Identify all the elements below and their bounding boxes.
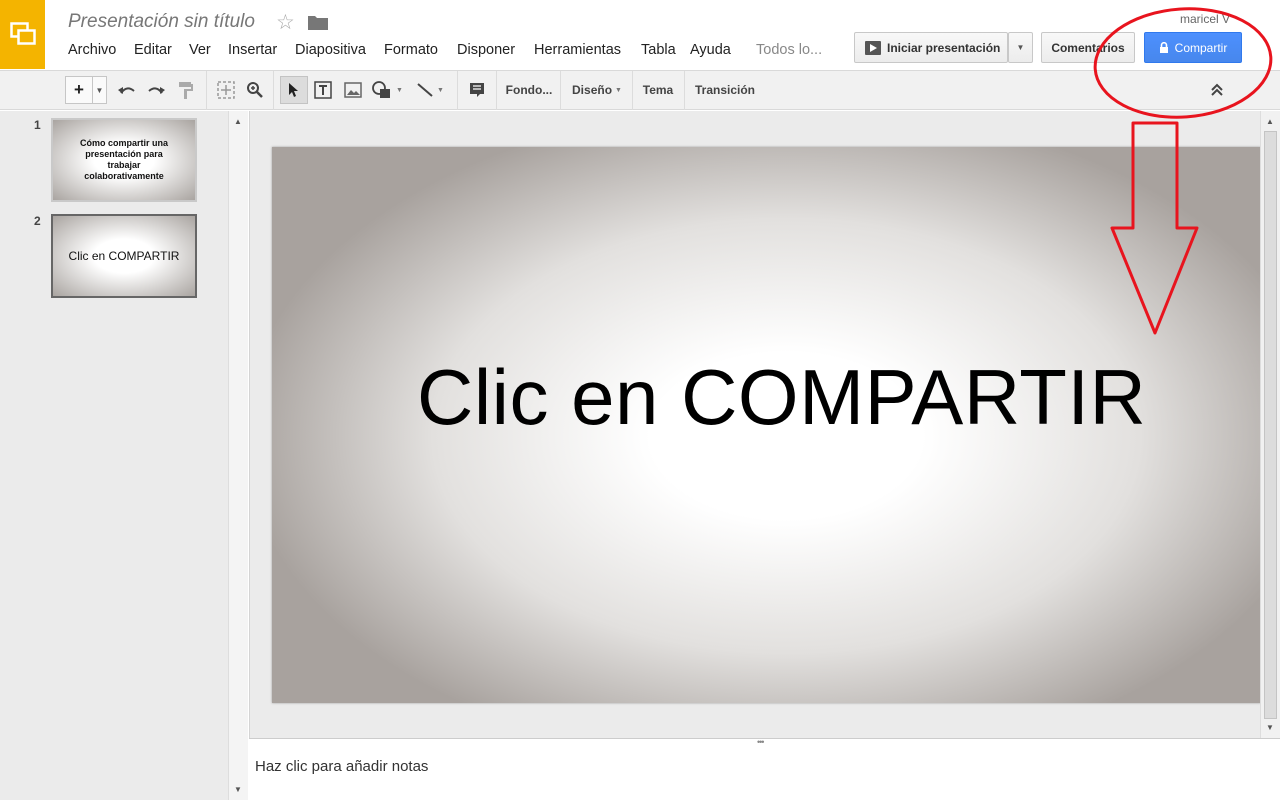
- scroll-up-icon[interactable]: ▲: [234, 117, 242, 126]
- zoom-icon[interactable]: [243, 76, 267, 104]
- scroll-down-icon[interactable]: ▼: [234, 785, 242, 794]
- image-icon[interactable]: [341, 76, 365, 104]
- comments-button[interactable]: Comentarios: [1041, 32, 1135, 63]
- folder-icon[interactable]: [308, 14, 328, 35]
- paint-format-icon[interactable]: [175, 76, 197, 104]
- menu-tabla[interactable]: Tabla: [641, 42, 676, 58]
- slide-editor: Clic en COMPARTIR: [249, 111, 1261, 738]
- select-cursor-icon[interactable]: [280, 76, 308, 104]
- slide-number: 2: [34, 214, 41, 228]
- menu-all-changes-saved[interactable]: Todos lo...: [756, 42, 822, 58]
- new-slide-button[interactable]: +: [65, 76, 93, 104]
- menu-disponer[interactable]: Disponer: [457, 42, 515, 58]
- redo-icon[interactable]: [145, 76, 167, 104]
- slide-thumbnail-title: Clic en COMPARTIR: [68, 249, 180, 263]
- text-box-icon[interactable]: [311, 76, 335, 104]
- menu-formato[interactable]: Formato: [384, 42, 438, 58]
- transition-button[interactable]: Transición: [690, 76, 760, 104]
- menu-ver[interactable]: Ver: [189, 42, 211, 58]
- layout-button[interactable]: Diseño ▼: [566, 76, 628, 104]
- chevron-down-icon: ▼: [1016, 43, 1025, 52]
- line-icon[interactable]: ▼: [412, 76, 448, 104]
- menu-diapositiva[interactable]: Diapositiva: [295, 42, 366, 58]
- present-dropdown-button[interactable]: ▼: [1008, 32, 1033, 63]
- background-button[interactable]: Fondo...: [502, 76, 556, 104]
- slide-thumbnail-title: Cómo compartir una presentación para tra…: [79, 138, 168, 181]
- menu-herramientas[interactable]: Herramientas: [534, 42, 621, 58]
- shape-icon[interactable]: ▼: [369, 76, 405, 104]
- start-presentation-label: Iniciar presentación: [887, 40, 1001, 55]
- fit-slide-icon[interactable]: [214, 76, 238, 104]
- comment-icon[interactable]: [465, 76, 489, 104]
- scroll-thumb[interactable]: [1264, 131, 1277, 719]
- play-icon: [865, 40, 881, 55]
- editor-scrollbar[interactable]: ▲ ▼: [1260, 111, 1280, 738]
- menu-ayuda[interactable]: Ayuda: [690, 42, 731, 58]
- slide-thumbnail-1[interactable]: Cómo compartir una presentación para tra…: [51, 118, 197, 202]
- slide-thumbnail-2[interactable]: Clic en COMPARTIR: [51, 214, 197, 298]
- share-button[interactable]: Compartir: [1144, 32, 1242, 63]
- user-name[interactable]: maricel V: [1180, 12, 1230, 26]
- menu-archivo[interactable]: Archivo: [68, 42, 116, 58]
- start-presentation-button[interactable]: Iniciar presentación: [854, 32, 1008, 63]
- document-title[interactable]: Presentación sin título: [68, 11, 255, 33]
- star-icon[interactable]: ☆: [276, 10, 295, 35]
- menu-insertar[interactable]: Insertar: [228, 42, 277, 58]
- menu-editar[interactable]: Editar: [134, 42, 172, 58]
- slide-number: 1: [34, 118, 41, 132]
- app-header: Presentación sin título ☆ maricel V Arch…: [0, 0, 1280, 70]
- slide-canvas[interactable]: Clic en COMPARTIR: [272, 147, 1261, 703]
- share-label: Compartir: [1174, 40, 1228, 55]
- undo-icon[interactable]: [116, 76, 138, 104]
- layout-label: Diseño: [572, 83, 613, 97]
- toolbar: + ▼ ▼ ▼ Fondo... Diseño ▼ Tema Transició…: [0, 70, 1280, 110]
- speaker-notes[interactable]: ••• Haz clic para añadir notas: [249, 737, 1280, 800]
- slides-logo-icon[interactable]: [0, 0, 45, 69]
- notes-placeholder: Haz clic para añadir notas: [255, 758, 429, 775]
- slide-title[interactable]: Clic en COMPARTIR: [417, 352, 1146, 443]
- resize-handle-icon[interactable]: •••: [757, 737, 765, 747]
- slide-filmstrip: 1 Cómo compartir una presentación para t…: [0, 111, 248, 800]
- lock-icon: [1159, 42, 1168, 53]
- new-slide-dropdown[interactable]: ▼: [93, 76, 107, 104]
- scroll-up-icon[interactable]: ▲: [1266, 117, 1274, 126]
- filmstrip-scrollbar[interactable]: ▲ ▼: [228, 111, 248, 800]
- scroll-down-icon[interactable]: ▼: [1266, 723, 1274, 732]
- theme-button[interactable]: Tema: [638, 76, 678, 104]
- collapse-header-icon[interactable]: [1205, 76, 1229, 104]
